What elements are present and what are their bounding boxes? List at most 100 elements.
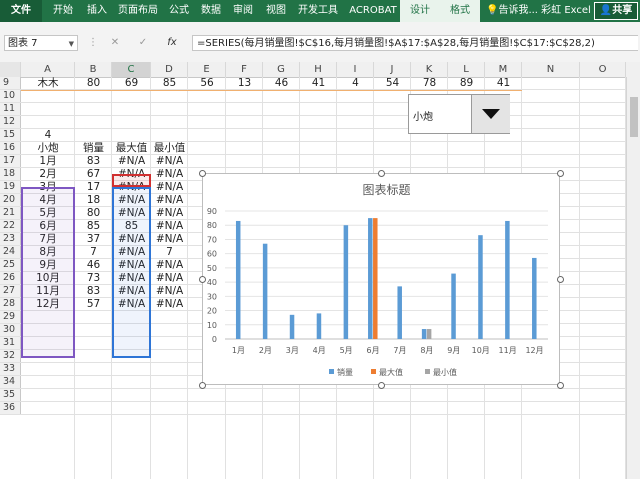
cell[interactable]: 木木 [21, 77, 75, 91]
row-header[interactable]: 30 [0, 324, 21, 336]
table-cell[interactable]: #N/A [151, 298, 188, 311]
share-button[interactable]: 👤共享 [594, 2, 638, 20]
column-header-a[interactable]: A [21, 62, 75, 77]
row-header[interactable]: 34 [0, 376, 21, 388]
row-header[interactable]: 19 [0, 181, 21, 193]
table-cell[interactable]: 1月 [21, 155, 75, 168]
table-cell[interactable]: #N/A [151, 285, 188, 298]
cell[interactable]: 54 [374, 77, 411, 91]
tab-3[interactable]: 公式 [166, 0, 192, 22]
select-all-corner[interactable] [0, 62, 21, 77]
cell[interactable]: 85 [151, 77, 188, 91]
table-cell[interactable]: #N/A [151, 168, 188, 181]
column-header-i[interactable]: I [337, 62, 374, 77]
cell[interactable]: 89 [448, 77, 485, 91]
row-header[interactable]: 24 [0, 246, 21, 258]
table-cell[interactable]: #N/A [151, 233, 188, 246]
row-header[interactable]: 25 [0, 259, 21, 271]
table-cell[interactable]: #N/A [151, 272, 188, 285]
cell[interactable]: 13 [226, 77, 263, 91]
table-cell[interactable]: 18 [75, 194, 112, 207]
row-header[interactable]: 32 [0, 350, 21, 362]
row-header[interactable]: 18 [0, 168, 21, 180]
cell[interactable]: 46 [263, 77, 300, 91]
chart-object[interactable]: 图表标题 0 10 20 30 40 50 60 70 80 90 1月 2月 3月 4月 5月 6月 7月 8月 9… [202, 173, 560, 385]
vertical-scrollbar[interactable] [626, 77, 640, 479]
row-header[interactable]: 20 [0, 194, 21, 206]
row-header[interactable]: 31 [0, 337, 21, 349]
more-options-icon[interactable]: ⋮ [88, 35, 98, 51]
row-header[interactable]: 27 [0, 285, 21, 297]
table-cell[interactable]: 7 [151, 246, 188, 259]
column-header-o[interactable]: O [580, 62, 626, 77]
tell-me-search[interactable]: 💡告诉我... [484, 0, 540, 22]
column-header-h[interactable]: H [300, 62, 337, 77]
cell[interactable]: 69 [112, 77, 151, 91]
table-cell[interactable]: 17 [75, 181, 112, 194]
row-header[interactable]: 15 [0, 129, 21, 141]
row-header[interactable]: 22 [0, 220, 21, 232]
table-header-cell[interactable]: 销量 [75, 142, 112, 155]
column-header-g[interactable]: G [263, 62, 300, 77]
table-cell[interactable]: #N/A [151, 155, 188, 168]
resize-handle[interactable] [198, 381, 206, 389]
insert-function-icon[interactable]: fx [164, 35, 180, 51]
chevron-down-icon[interactable]: ▼ [69, 36, 74, 52]
resize-handle[interactable] [556, 275, 564, 283]
row-header[interactable]: 16 [0, 142, 21, 154]
row-header[interactable]: 29 [0, 311, 21, 323]
scrollbar-thumb[interactable] [630, 97, 638, 137]
cell[interactable]: 56 [188, 77, 226, 91]
enter-icon[interactable]: ✓ [136, 35, 150, 51]
formula-input[interactable]: =SERIES(每月销量图!$C$16,每月销量图!$A$17:$A$28,每月… [192, 35, 638, 51]
name-combo-box[interactable]: 小炮 [408, 94, 510, 134]
row-header[interactable]: 36 [0, 402, 21, 414]
row-header[interactable]: 33 [0, 363, 21, 375]
table-cell[interactable]: 80 [75, 207, 112, 220]
table-cell[interactable]: #N/A [151, 194, 188, 207]
index-cell[interactable]: 4 [21, 129, 75, 142]
table-cell[interactable]: #N/A [151, 220, 188, 233]
cell[interactable]: 78 [411, 77, 448, 91]
cell[interactable]: 41 [485, 77, 522, 91]
row-header[interactable]: 28 [0, 298, 21, 310]
table-header-cell[interactable]: 最小值 [151, 142, 188, 155]
tab-1[interactable]: 插入 [84, 0, 110, 22]
column-header-m[interactable]: M [485, 62, 522, 77]
table-cell[interactable]: 37 [75, 233, 112, 246]
tab-7[interactable]: 开发工具 [296, 0, 340, 22]
tab-5[interactable]: 审阅 [230, 0, 256, 22]
row-header[interactable]: 11 [0, 103, 21, 115]
row-header[interactable]: 35 [0, 389, 21, 401]
cell[interactable]: 80 [75, 77, 112, 91]
table-cell[interactable]: #N/A [151, 207, 188, 220]
table-cell[interactable]: #N/A [112, 155, 151, 168]
table-cell[interactable]: 85 [75, 220, 112, 233]
row-header[interactable]: 10 [0, 90, 21, 102]
row-header[interactable]: 23 [0, 233, 21, 245]
table-cell[interactable]: #N/A [151, 259, 188, 272]
table-cell[interactable]: 2月 [21, 168, 75, 181]
column-header-l[interactable]: L [448, 62, 485, 77]
resize-handle[interactable] [556, 381, 564, 389]
table-cell[interactable]: 67 [75, 168, 112, 181]
name-box[interactable]: 图表 7 ▼ [4, 35, 78, 51]
column-header-c[interactable]: C [112, 62, 151, 77]
row-header[interactable]: 9 [0, 77, 21, 89]
column-header-f[interactable]: F [226, 62, 263, 77]
table-cell[interactable]: 83 [75, 285, 112, 298]
tab-0[interactable]: 开始 [50, 0, 76, 22]
table-cell[interactable]: 83 [75, 155, 112, 168]
cell[interactable]: 41 [300, 77, 337, 91]
resize-handle[interactable] [198, 169, 206, 177]
resize-handle[interactable] [377, 381, 385, 389]
table-cell[interactable]: 7 [75, 246, 112, 259]
table-cell[interactable]: #N/A [151, 181, 188, 194]
column-header-k[interactable]: K [411, 62, 448, 77]
column-header-d[interactable]: D [151, 62, 188, 77]
cancel-icon[interactable]: ✕ [108, 35, 122, 51]
tab-2[interactable]: 页面布局 [116, 0, 160, 22]
row-header[interactable]: 26 [0, 272, 21, 284]
row-header[interactable]: 12 [0, 116, 21, 128]
resize-handle[interactable] [198, 275, 206, 283]
